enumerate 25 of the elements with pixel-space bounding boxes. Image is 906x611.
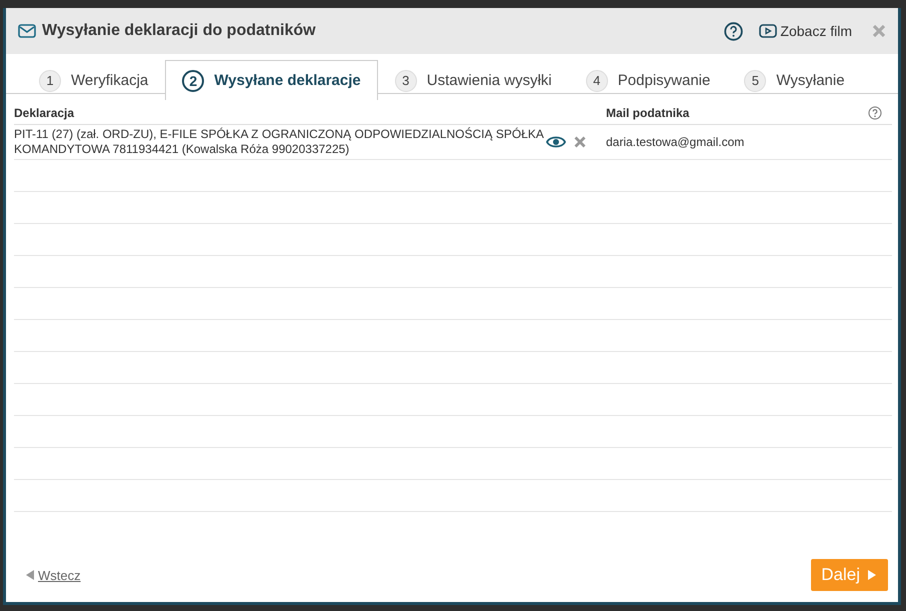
window-title: Wysyłanie deklaracji do podatników [42,22,317,40]
help-icon[interactable] [868,106,882,120]
step-tab[interactable]: 1 Weryfikacja [22,60,166,100]
step-number: 3 [394,70,417,92]
table-cell-text: daria.testowa@gmail.com [606,134,746,150]
column-header: Mail podatnika [606,106,690,120]
step-number: 5 [744,70,766,92]
step-tab[interactable]: 4 Podpisywanie [568,60,728,100]
video-icon [759,24,778,38]
caret-icon [868,570,876,580]
column-header: Deklaracja [14,106,76,120]
envelope-icon [18,24,36,38]
help-icon[interactable] [724,22,744,40]
watch-video-link[interactable]: Zobacz film [759,23,852,39]
caret-icon [26,570,35,580]
step-tab[interactable]: 5 Wysyłanie [727,60,862,100]
step-number: 1 [39,70,61,92]
step-number: 2 [182,70,204,92]
back-link[interactable]: Wstecz [20,566,87,584]
step-number: 4 [586,70,608,92]
step-tab[interactable]: 3 Ustawienia wysyłki [378,60,569,100]
step-tab[interactable]: 2 Wysyłane deklaracje [165,60,378,100]
table-cell-text: PIT-11 (27) (zał. ORD-ZU), E-FILE SPÓŁKA Z OGRANICZONĄ ODPOWIEDZIALNOŚCIĄ SPÓŁKA KOMANDYTOWA 7811934421 (Kowalska Róża 99020337225) [14,126,545,158]
eye-icon[interactable] [546,135,566,149]
remove-icon[interactable] [574,136,586,148]
